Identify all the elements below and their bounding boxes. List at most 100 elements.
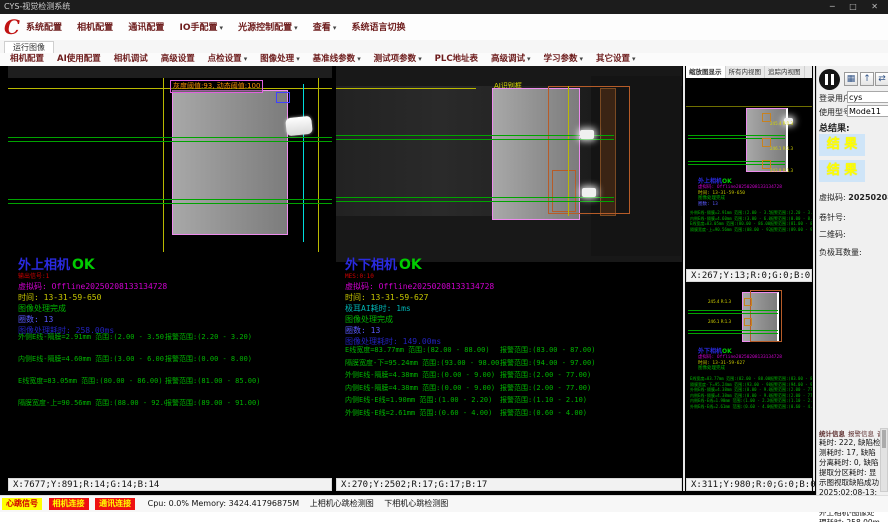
guide-line	[163, 78, 164, 252]
chevron-down-icon: ▾	[296, 55, 300, 63]
tool-item-spot-check[interactable]: 点检设置▾	[208, 54, 248, 64]
toolbar: 相机配置 AI使用配置 相机调试 高级设置 点检设置▾ 图像处理▾ 基准线参数▾…	[0, 53, 888, 67]
measurement-line	[688, 333, 778, 334]
measurement-line	[336, 135, 614, 136]
measurement-row: 隔膜宽度-上=90.56mm 范围:(88.00 - 92.00)报警范围:(8…	[690, 227, 812, 233]
negative-tab-count-label: 负极耳数量:	[819, 247, 862, 258]
panel-divider	[813, 66, 815, 491]
defect-marker-label: 246.1 R:1.3	[708, 319, 731, 324]
measurement-row: 外侧E线-E线=2.61mm 范围:(0.60 - 4.00)报警范围:(0.6…	[345, 408, 681, 421]
measurement-row: 隔膜宽度-下=95.24mm 范围:(93.00 - 98.00)报警范围:(9…	[345, 358, 681, 371]
menu-item-comm-config[interactable]: 通讯配置	[128, 23, 164, 33]
tool-item-image-processing[interactable]: 图像处理▾	[260, 54, 300, 64]
time-line: 时间: 13-31-59-650	[18, 292, 167, 303]
maximize-button[interactable]: □	[849, 2, 863, 11]
defect-marker	[744, 318, 752, 326]
tool-item-other-settings[interactable]: 其它设置▾	[596, 54, 636, 64]
measurement-list-mini: 外侧E线-隔膜=2.91mm 范围:(2.00 - 3.50)报警范围:(2.2…	[690, 210, 812, 232]
measurement-line	[688, 313, 778, 314]
measurement-line	[8, 203, 332, 204]
menu-item-view[interactable]: 查看▾	[313, 23, 337, 33]
measurement-row: E线宽度=83.77mm 范围:(82.00 - 88.00)报警范围:(83.…	[345, 345, 681, 358]
tab-all-views[interactable]: 所有内视图	[726, 66, 766, 78]
menu-item-camera-config[interactable]: 相机配置	[77, 23, 113, 33]
chevron-down-icon: ▾	[244, 55, 248, 63]
chevron-down-icon: ▾	[333, 24, 337, 32]
tool-item-camera-debug[interactable]: 相机调试	[114, 54, 148, 64]
ok-status: OK	[72, 257, 95, 273]
chevron-down-icon: ▾	[580, 55, 584, 63]
menu-item-system-config[interactable]: 系统配置	[26, 23, 62, 33]
pause-button[interactable]	[819, 69, 840, 90]
mini-top-view[interactable]: 245.4 R:1.3 246.1 R:1.3 243.9 R:1.3 外上相机…	[686, 78, 812, 269]
tool-item-camera-config[interactable]: 相机配置	[10, 54, 44, 64]
tab-zoom-view[interactable]: 缩放图显示	[686, 66, 726, 78]
scrollbar-thumb[interactable]	[882, 430, 886, 448]
process-done-line: 图像处理完成	[345, 314, 494, 325]
switch-tool-button[interactable]: ⇄	[875, 72, 888, 86]
panel-divider	[683, 66, 685, 491]
measurement-line	[688, 135, 785, 136]
app-window: CYS-视觉检测系统 ─ □ ✕ C 系统配置 相机配置 通讯配置 IO手配置▾…	[0, 0, 888, 522]
tool-item-ai-config[interactable]: AI使用配置	[57, 54, 101, 64]
result-block-mini: 外上相机OK 虚拟码: Offline20250208133134728 时间:…	[698, 178, 782, 207]
probe-clip	[285, 116, 313, 137]
tab-alarm-info[interactable]: 报警信息	[848, 428, 874, 438]
measurement-row: 内侧E线-E线=1.90mm 范围:(1.00 - 2.20)报警范围:(1.1…	[345, 395, 681, 408]
tab-track-view[interactable]: 追踪内视图	[765, 66, 805, 78]
process-done-line: 图像处理完成	[18, 303, 167, 314]
log-scrollbar[interactable]	[880, 428, 888, 492]
comm-connect-badge: 通讯连接	[95, 498, 135, 510]
measurement-row: E线宽度=83.05mm 范围:(80.00 - 86.00)报警范围:(81.…	[18, 376, 332, 398]
tool-item-learning-params[interactable]: 学习参数▾	[544, 54, 584, 64]
measurement-line	[688, 310, 778, 311]
window-title: CYS-视觉检测系统	[4, 2, 70, 11]
tabstrip: 运行图像	[0, 40, 888, 54]
result-badge-upper: 结 果	[819, 134, 865, 156]
mid-pixel-status: X:270;Y:2502;R:17;G:17;B:17	[336, 478, 682, 491]
tool-item-test-params[interactable]: 测试项参数▾	[374, 54, 422, 64]
tool-item-advanced-debug[interactable]: 高级调试▾	[491, 54, 531, 64]
camera-result-title: 外下相机OK	[345, 258, 494, 273]
guide-line	[336, 88, 476, 89]
menu-item-light-config[interactable]: 光源控制配置▾	[238, 23, 298, 33]
minimize-button[interactable]: ─	[830, 2, 841, 11]
measurement-row: 外侧E线-隔膜=4.38mm 范围:(0.00 - 9.00)报警范围:(2.0…	[345, 370, 681, 383]
ok-status: OK	[399, 257, 422, 273]
defect-marker-label: 243.9 R:1.3	[770, 168, 793, 173]
defect-marker-label: 246.1 R:1.3	[770, 146, 793, 151]
measurement-row: 隔膜宽度-上=90.56mm 范围:(88.00 - 92.00)报警范围:(8…	[18, 398, 332, 420]
chevron-down-icon: ▾	[357, 55, 361, 63]
close-button[interactable]: ✕	[871, 2, 884, 11]
left-pixel-status: X:7677;Y:891;R:14;G:14;B:14	[8, 478, 332, 491]
mini-bottom-view[interactable]: 245.4 R:1.3 246.1 R:1.3 外下相机OK 虚拟码: Offl…	[686, 282, 812, 478]
measurement-line	[688, 330, 778, 331]
titlebar: CYS-视觉检测系统 ─ □ ✕	[0, 0, 888, 14]
tool-item-plc-address[interactable]: PLC地址表	[435, 54, 478, 64]
menu-item-io-config[interactable]: IO手配置▾	[179, 23, 223, 33]
camera-connect-badge: 相机连接	[49, 498, 89, 510]
mid-camera-view[interactable]: AI识别框 外下相机OK MES:0:10 虚拟码: Offline202502…	[336, 66, 682, 478]
upload-tool-button[interactable]: ↑	[860, 72, 874, 86]
left-camera-view[interactable]: 灰度阈值:93, 动态阈值:100 外上相机OK 输出信号:1 虚拟码: Off…	[8, 66, 332, 478]
cpu-memory-status: Cpu: 0.0% Memory: 3424.41796875M	[148, 499, 300, 508]
chevron-down-icon: ▾	[294, 24, 298, 32]
measurement-line	[336, 139, 614, 140]
measurement-list: 外侧E线-隔膜=2.91mm 范围:(2.00 - 3.50)报警范围:(2.2…	[18, 332, 332, 420]
model-input[interactable]	[847, 105, 888, 117]
menu-item-language-switch[interactable]: 系统语言切换	[351, 23, 405, 33]
tab-statistics-info[interactable]: 统计信息	[819, 428, 845, 438]
app-logo-icon: C	[4, 15, 20, 39]
needle-number-label: 卷针号:	[819, 212, 846, 223]
result-badge-lower: 结 果	[819, 160, 865, 182]
measurement-list-mini: E线宽度=83.77mm 范围:(82.00 - 88.00)报警范围:(83.…	[690, 376, 812, 409]
login-user-input[interactable]	[847, 91, 888, 103]
measurement-line	[8, 199, 332, 200]
total-result-label: 总结果:	[819, 121, 850, 134]
qr-code-label: 二维码:	[819, 229, 846, 240]
image-tool-button[interactable]: ▦	[844, 72, 858, 86]
tool-item-baseline-params[interactable]: 基准线参数▾	[313, 54, 361, 64]
measurement-row: 内侧E线-隔膜=4.38mm 范围:(0.00 - 9.00)报警范围:(2.0…	[345, 383, 681, 396]
tool-item-advanced-settings[interactable]: 高级设置	[161, 54, 195, 64]
measurement-list: E线宽度=83.77mm 范围:(82.00 - 88.00)报警范围:(83.…	[345, 345, 681, 420]
